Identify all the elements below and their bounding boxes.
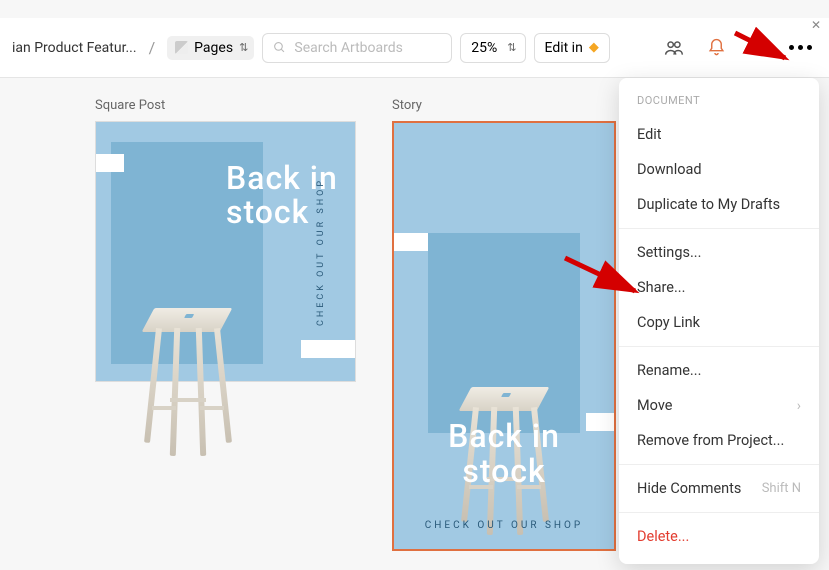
tagline: CHECK OUT OUR SHOP [316,177,326,325]
search-input[interactable] [294,40,441,56]
updown-icon: ⇅ [239,41,246,54]
pages-label: Pages [194,40,233,56]
menu-item-download[interactable]: Download [619,152,819,187]
zoom-select[interactable]: 25% ⇅ [460,33,525,63]
more-menu-button[interactable] [789,37,811,59]
menu-separator [619,512,819,513]
breadcrumb-separator: / [149,38,156,57]
close-icon[interactable]: ✕ [811,18,821,32]
menu-item-edit[interactable]: Edit [619,117,819,152]
ellipsis-icon [789,45,812,50]
search-input-wrap[interactable] [262,33,452,63]
decor-bar [96,154,124,172]
menu-item-hide-comments[interactable]: Hide CommentsShift N [619,471,819,506]
menu-item-share[interactable]: Share... [619,270,819,305]
headline: Back in stock [394,419,614,489]
pages-icon [175,41,188,54]
zoom-value: 25% [471,40,497,56]
sketch-diamond-icon: ◆ [589,40,599,55]
menu-item-remove[interactable]: Remove from Project... [619,423,819,458]
edit-in-label: Edit in [545,40,583,56]
menu-separator [619,228,819,229]
tagline: CHECK OUT OUR SHOP [394,520,614,531]
breadcrumb-project[interactable]: ian Product Featur... [12,40,137,56]
menu-separator [619,346,819,347]
product-image [428,233,580,433]
artboard-label: Story [392,98,616,113]
artboard-square[interactable]: Square Post Back in stock CHECK OUT OUR … [95,98,356,551]
menu-item-duplicate[interactable]: Duplicate to My Drafts [619,187,819,222]
menu-item-rename[interactable]: Rename... [619,353,819,388]
updown-icon: ⇅ [507,41,514,54]
notifications-icon[interactable] [705,37,727,59]
decor-bar [301,340,355,358]
chevron-right-icon: › [797,398,801,414]
artboard-label: Square Post [95,98,356,113]
menu-item-move[interactable]: Move› [619,388,819,423]
menu-section-header: DOCUMENT [619,88,819,117]
document-menu: DOCUMENT Edit Download Duplicate to My D… [619,78,819,564]
pages-dropdown[interactable]: Pages ⇅ [167,36,254,60]
shortcut-label: Shift N [762,481,801,496]
menu-separator [619,464,819,465]
comments-icon[interactable] [747,37,769,59]
menu-item-copy-link[interactable]: Copy Link [619,305,819,340]
artboard-story[interactable]: Story Back in stock CHECK OUT OUR SHOP [392,98,616,551]
menu-item-delete[interactable]: Delete... [619,519,819,554]
toolbar: ian Product Featur... / Pages ⇅ 25% ⇅ Ed… [0,18,829,78]
edit-in-button[interactable]: Edit in ◆ [534,33,610,63]
search-icon [273,40,286,55]
menu-item-settings[interactable]: Settings... [619,235,819,270]
collaborators-icon[interactable] [663,37,685,59]
